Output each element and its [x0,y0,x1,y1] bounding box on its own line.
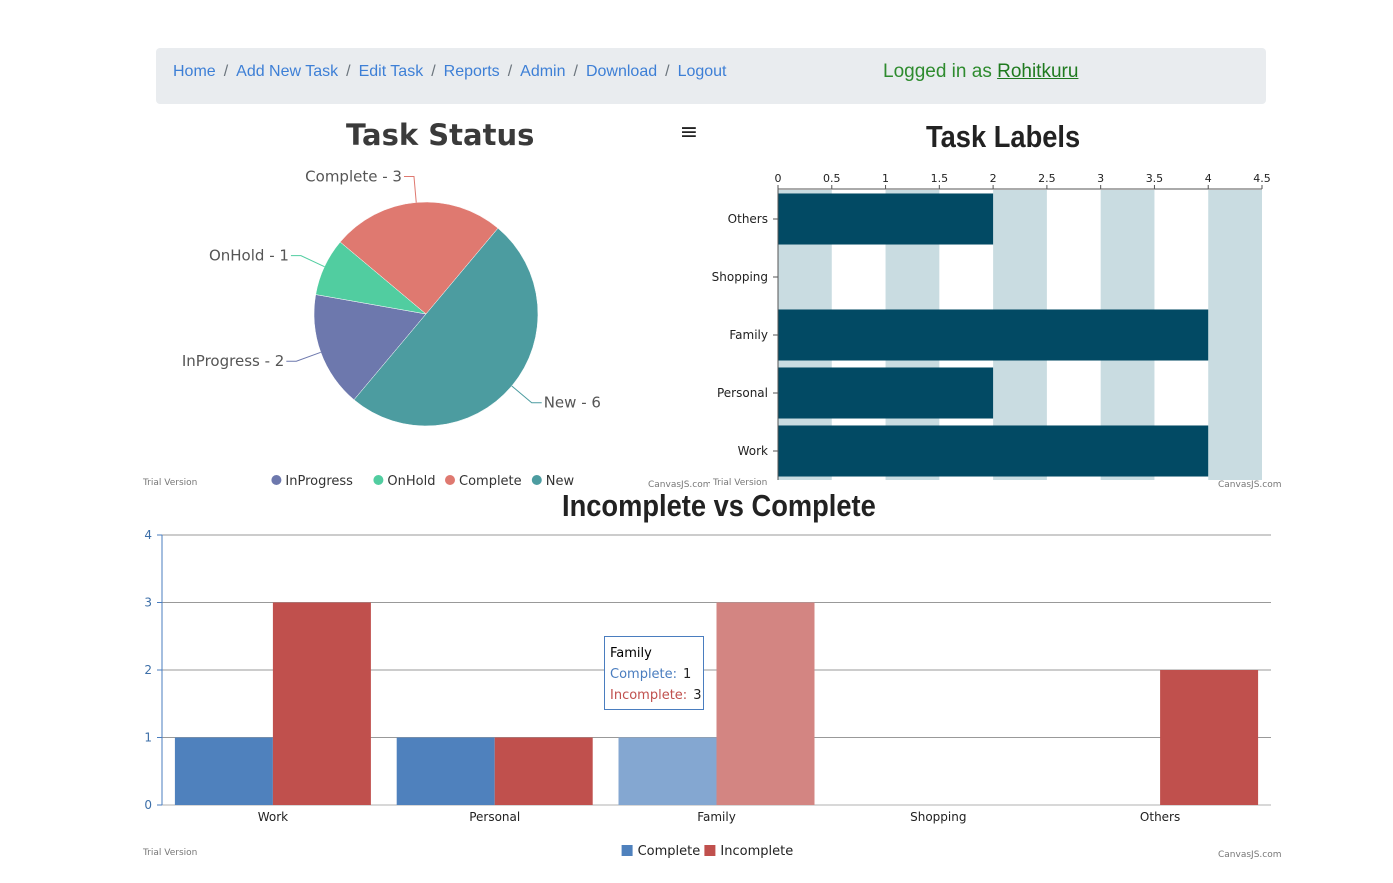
x-tick-label: Shopping [910,810,966,824]
tooltip-complete-label: Complete: [610,667,678,682]
x-tick-label: 2.5 [1038,172,1056,185]
canvasjs-watermark: CanvasJS.com [1218,850,1281,860]
y-tick-label: Others [728,212,768,226]
breadcrumb-separator: / [223,63,229,80]
chart-tooltip: Family Complete: 1 Incomplete: 3 [604,636,704,710]
legend-marker [445,475,455,485]
y-tick-label: Shopping [712,270,768,284]
x-tick-label: 3.5 [1146,172,1164,185]
y-tick-label: Work [738,444,768,458]
pie-label-connector [511,385,542,404]
canvasjs-watermark: CanvasJS.com [648,480,710,490]
login-prefix: Logged in as [883,61,992,82]
tooltip-complete-value: 1 [683,667,692,682]
login-status: Logged in as Rohitkuru [883,61,1078,83]
x-tick-label: 0 [775,172,782,185]
x-tick-label: 3 [1097,172,1104,185]
legend-item-complete[interactable]: Complete [621,844,701,859]
legend-marker [704,845,716,856]
nav-reports-link[interactable]: Reports [444,63,500,80]
x-tick-label: Personal [469,810,520,824]
y-tick-label: Family [729,328,768,342]
x-tick-label: 2 [990,172,997,185]
legend-label: Complete [638,844,701,859]
pie-label-new: New - 6 [544,394,601,412]
pie-label-connector [290,255,325,268]
y-tick-label: 4 [144,528,152,542]
incomplete-vs-complete-chart: 0 1 2 3 4 Work Personal Family Shopping Others Co… [142,528,1281,860]
navbar: Home / Add New Task / Edit Task / Reports / Admi… [156,48,1266,104]
bar-family[interactable] [778,309,1209,361]
legend-item-new[interactable]: New [531,474,575,489]
breadcrumb: Home / Add New Task / Edit Task / Reports / Admi… [173,63,727,81]
bar-work[interactable] [778,425,1209,477]
y-tick-label: 2 [144,663,152,677]
username-link[interactable]: Rohitkuru [997,61,1078,82]
interlaced-stripe [1208,190,1262,480]
pie-label-onhold: OnHold - 1 [209,247,289,265]
legend-item-inprogress[interactable]: InProgress [271,474,353,489]
pie-label-connector [403,176,417,203]
breadcrumb-separator: / [507,63,513,80]
legend-marker [271,475,282,485]
pie-label-connector [286,351,321,362]
tooltip-incomplete-label: Incomplete: [610,688,688,703]
legend-label: OnHold [387,474,435,489]
trial-version-watermark: Trial Version [142,478,197,488]
task-labels-title: Task Labels [926,119,1081,154]
breadcrumb-separator: / [431,63,436,80]
x-tick-label: Work [258,810,288,824]
task-labels-bar-chart: 0 0.5 1 1.5 2 2.5 3 3.5 4 4.5 Work Personal Family Sh… [712,172,1282,490]
bar-complete-work[interactable] [174,737,273,806]
pie-label-complete: Complete - 3 [305,168,402,186]
bar-incomplete-work[interactable] [272,602,371,806]
x-tick-label: 4 [1205,172,1212,185]
legend-item-complete[interactable]: Complete [445,474,522,489]
y-tick-label: Personal [717,386,768,400]
x-tick-label: Others [1140,810,1180,824]
canvasjs-watermark: CanvasJS.com [1218,480,1281,490]
x-tick-label: 1 [882,172,889,185]
bar-incomplete-personal[interactable] [494,737,593,806]
nav-download-link[interactable]: Download [586,63,657,80]
bar-complete-personal[interactable] [396,737,495,806]
legend-item-incomplete[interactable]: Incomplete [704,844,793,859]
x-tick-label: 4.5 [1253,172,1271,185]
y-tick-label: 3 [144,596,152,610]
y-tick-label: 0 [144,798,152,812]
breadcrumb-separator: / [665,63,670,80]
bar-incomplete-others[interactable] [1160,670,1259,805]
nav-home-link[interactable]: Home [173,63,216,80]
nav-add-new-task-link[interactable]: Add New Task [236,63,338,80]
bar-others[interactable] [778,193,994,245]
legend-label: New [546,474,575,489]
nav-edit-task-link[interactable]: Edit Task [359,63,424,80]
bar-incomplete-family[interactable] [716,602,815,806]
tooltip-incomplete-value: 3 [693,688,702,703]
legend-marker [531,475,542,485]
task-status-pie-chart: InProgress - 2 OnHold - 1 Complete - 3 New … [142,168,710,490]
x-tick-label: Family [697,810,736,824]
breadcrumb-separator: / [573,63,578,80]
bar-complete-family[interactable] [618,737,717,806]
x-tick-label: 1.5 [931,172,949,185]
pie-label-inprogress: InProgress - 2 [182,352,284,370]
tooltip-title: Family [610,646,652,661]
breadcrumb-separator: / [346,63,351,80]
legend-label: Incomplete [720,844,793,859]
legend-marker [373,475,384,485]
y-tick-label: 1 [144,731,152,745]
nav-admin-link[interactable]: Admin [520,63,565,80]
bar-personal[interactable] [778,367,994,419]
x-tick-label: 0.5 [823,172,841,185]
legend-label: InProgress [285,474,353,489]
legend-item-onhold[interactable]: OnHold [373,474,435,489]
trial-version-watermark: Trial Version [712,478,767,488]
trial-version-watermark: Trial Version [142,848,197,858]
nav-logout-link[interactable]: Logout [678,63,727,80]
legend-label: Complete [459,474,522,489]
legend-marker [621,845,633,856]
